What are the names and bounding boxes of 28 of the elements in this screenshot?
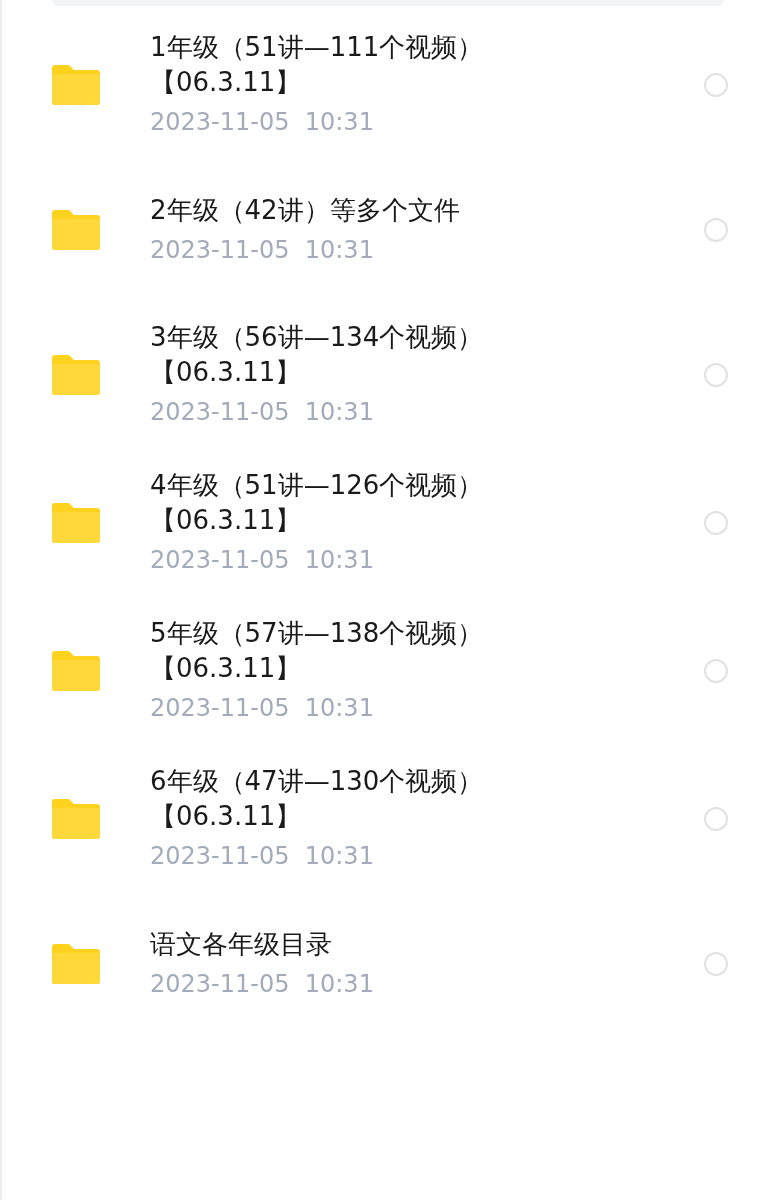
folder-icon (52, 651, 100, 691)
folder-name[interactable]: 5年级（57讲—138个视频）【06.3.11】 (150, 616, 540, 686)
modified-date: 2023-11-05 10:31 (150, 841, 375, 872)
select-radio[interactable] (704, 218, 728, 242)
folder-name[interactable]: 6年级（47讲—130个视频）【06.3.11】 (150, 764, 540, 834)
modified-date: 2023-11-05 10:31 (150, 693, 375, 724)
folder-name[interactable]: 2年级（42讲）等多个文件 (150, 192, 540, 228)
folder-icon (52, 65, 100, 105)
folder-icon (52, 210, 100, 250)
select-radio[interactable] (704, 363, 728, 387)
folder-icon (52, 799, 100, 839)
select-radio[interactable] (704, 659, 728, 683)
modified-date: 2023-11-05 10:31 (150, 968, 375, 1000)
modified-date: 2023-11-05 10:31 (150, 234, 375, 266)
modified-date: 2023-11-05 10:31 (150, 397, 375, 428)
modified-date: 2023-11-05 10:31 (150, 107, 375, 138)
folder-icon (52, 944, 100, 984)
folder-icon (52, 503, 100, 543)
select-radio[interactable] (704, 807, 728, 831)
select-radio[interactable] (704, 511, 728, 535)
select-radio[interactable] (704, 73, 728, 97)
folder-name[interactable]: 1年级（51讲—111个视频）【06.3.11】 (150, 30, 540, 100)
folder-name[interactable]: 4年级（51讲—126个视频）【06.3.11】 (150, 468, 540, 538)
folder-name[interactable]: 语文各年级目录 (150, 926, 540, 962)
select-radio[interactable] (704, 952, 728, 976)
modified-date: 2023-11-05 10:31 (150, 545, 375, 576)
folder-name[interactable]: 3年级（56讲—134个视频）【06.3.11】 (150, 320, 540, 390)
folder-icon (52, 355, 100, 395)
